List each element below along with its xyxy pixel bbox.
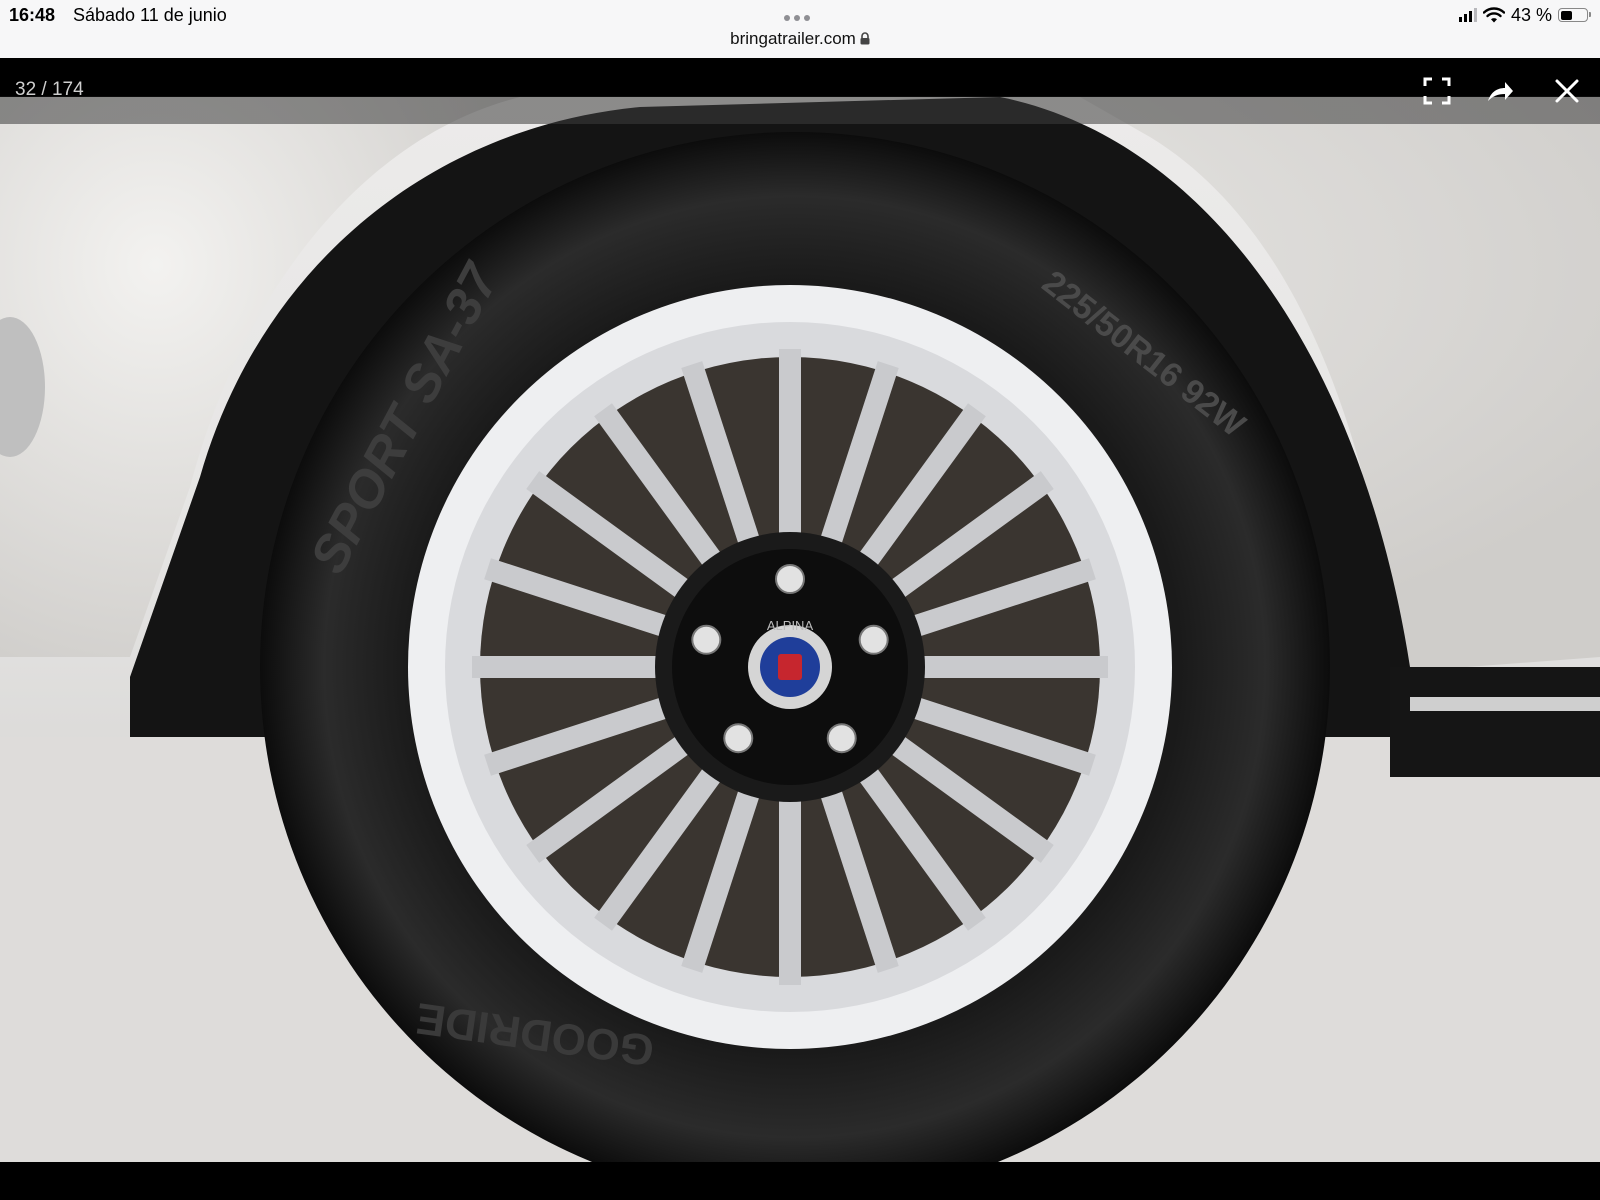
gallery-photo[interactable]: 225/50R16 92W SPORT SA-37 GOODRIDE ALPIN…	[0, 97, 1600, 1162]
lug-nut	[775, 564, 805, 594]
battery-percentage: 43 %	[1510, 4, 1552, 25]
signal-icon	[1458, 8, 1477, 22]
wifi-icon	[1482, 7, 1505, 23]
image-counter: 32 / 174	[15, 79, 84, 100]
close-icon[interactable]	[1552, 76, 1582, 106]
url-text: bringatrailer.com	[730, 29, 856, 48]
lock-icon	[860, 32, 870, 45]
multitasking-dots-icon[interactable]	[782, 8, 818, 21]
battery-icon	[1558, 8, 1591, 22]
photo-gallery-viewer: 225/50R16 92W SPORT SA-37 GOODRIDE ALPIN…	[0, 58, 1600, 1162]
address-bar[interactable]: bringatrailer.com	[0, 29, 1600, 49]
viewer-bottom-bar	[0, 1162, 1600, 1200]
gallery-toolbar: 32 / 174	[0, 58, 1600, 124]
battery-level-fill	[1560, 10, 1572, 20]
lug-nut	[723, 723, 754, 754]
status-icons: 43 %	[1458, 4, 1591, 26]
lug-nut	[826, 723, 857, 754]
share-icon[interactable]	[1485, 76, 1515, 106]
wheel-photo-illustration: 225/50R16 92W SPORT SA-37 GOODRIDE ALPIN…	[0, 97, 1600, 1162]
status-date: Sábado 11 de junio	[73, 5, 227, 25]
center-cap-text: ALPINA	[767, 618, 814, 633]
status-bar: 16:48 Sábado 11 de junio bringatrailer.c…	[0, 0, 1600, 59]
lug-nut	[858, 624, 889, 655]
fullscreen-icon[interactable]	[1422, 76, 1452, 106]
status-time: 16:48	[9, 5, 56, 25]
lug-nut	[691, 624, 722, 655]
